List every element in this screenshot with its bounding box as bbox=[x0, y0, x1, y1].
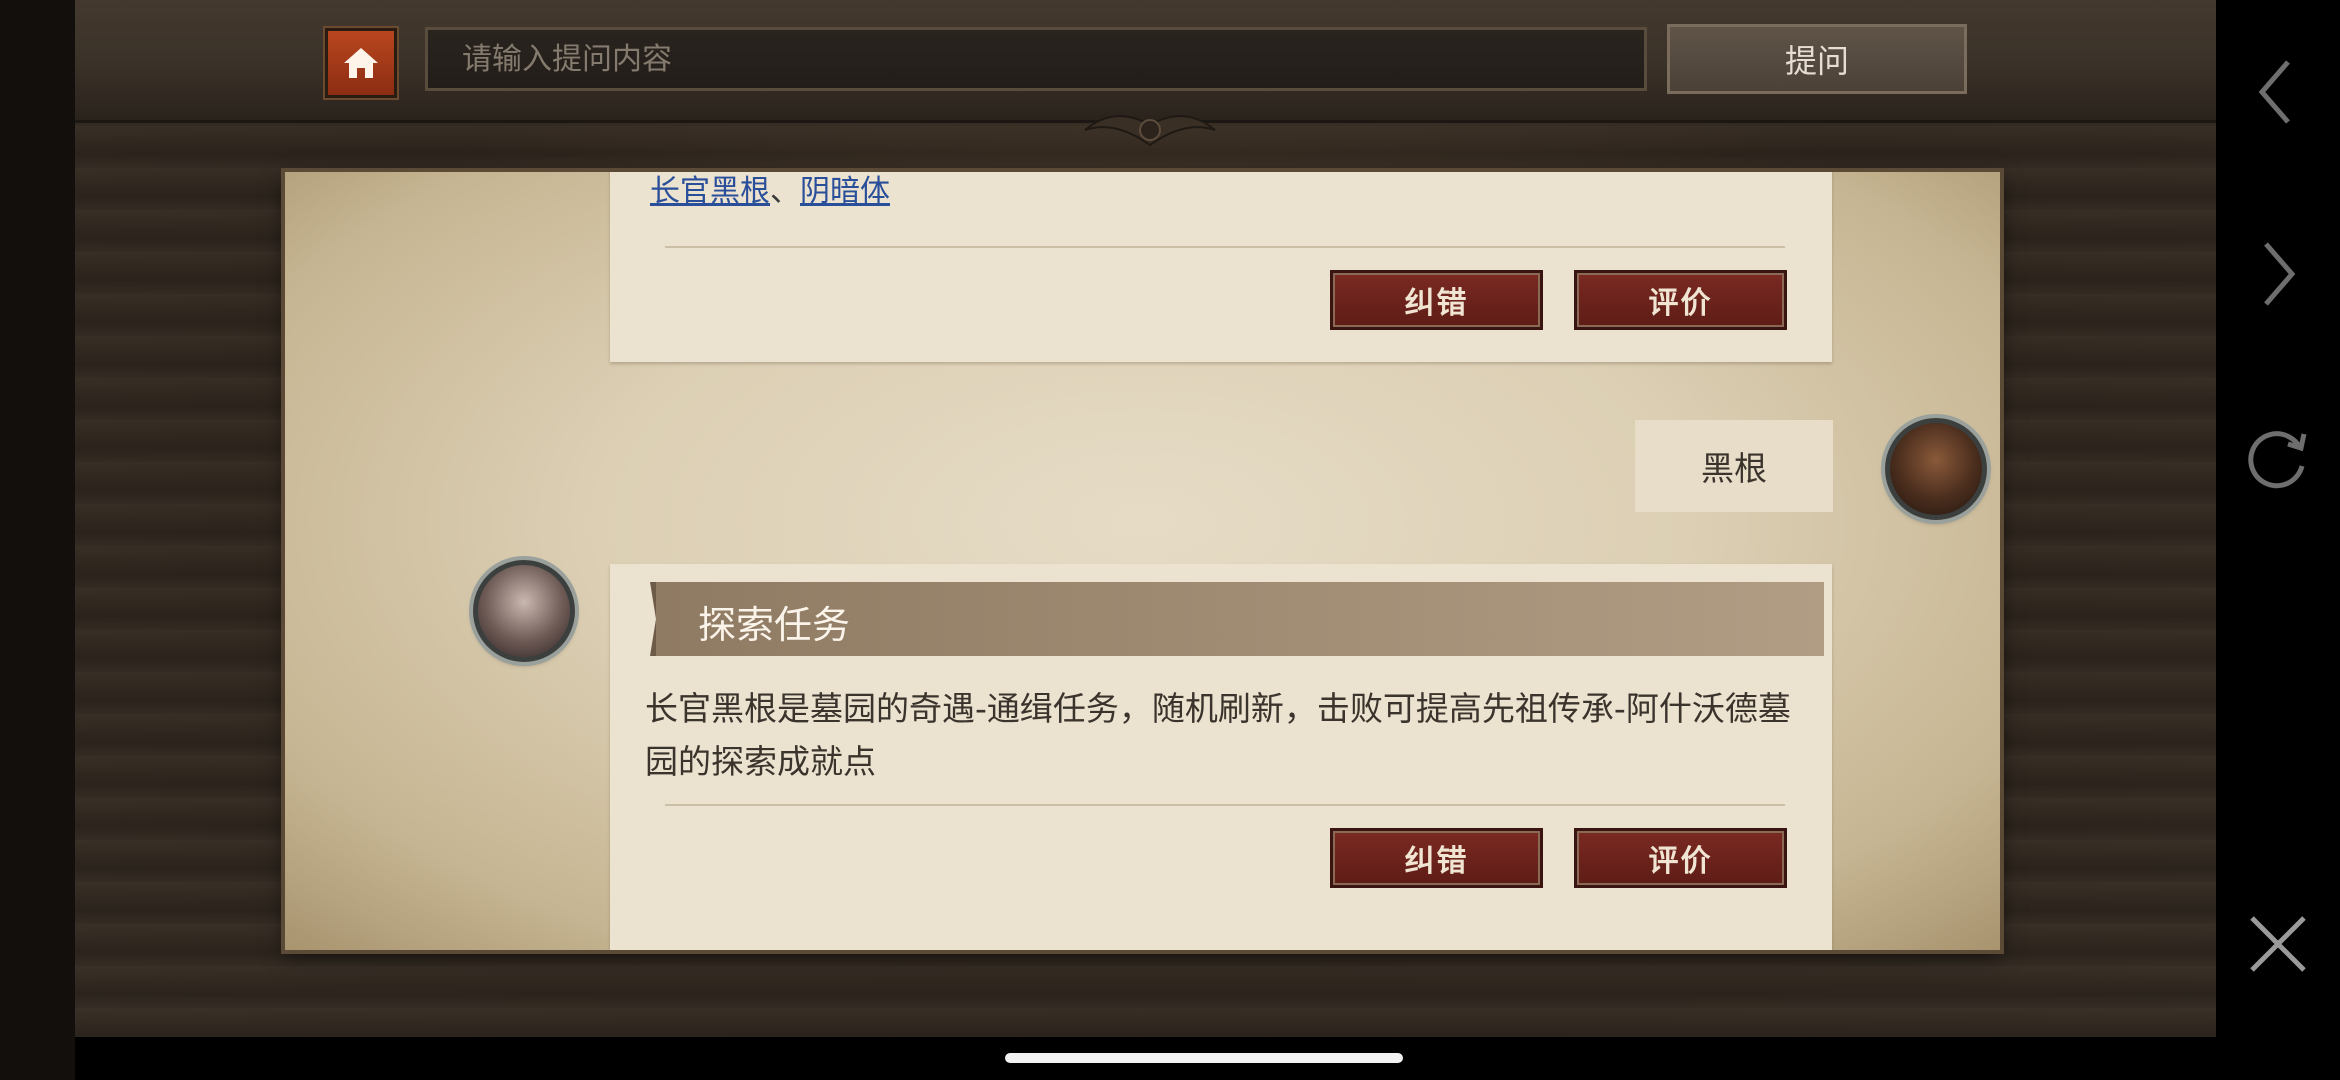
chat-panel: 长官黑根、阴暗体 纠错 评价 黑根 探索任务 长官黑根是墓园的奇遇-通缉任务，随… bbox=[285, 172, 2000, 950]
link-hagen[interactable]: 长官黑根 bbox=[650, 174, 770, 209]
rate-button-label: 评价 bbox=[1648, 286, 1713, 321]
chevron-left-icon[interactable] bbox=[2238, 52, 2318, 132]
link-shadow[interactable]: 阴暗体 bbox=[800, 174, 890, 209]
correct-button-label: 纠错 bbox=[1404, 844, 1469, 879]
game-viewport: 提问 长官黑根、阴暗体 纠错 评价 黑根 bbox=[75, 0, 2216, 1037]
user-avatar bbox=[1885, 418, 1987, 520]
ask-button[interactable]: 提问 bbox=[1667, 24, 1967, 94]
card-divider bbox=[665, 246, 1785, 248]
home-indicator[interactable] bbox=[1005, 1053, 1403, 1063]
rate-button[interactable]: 评价 bbox=[1574, 828, 1787, 888]
rate-button-label: 评价 bbox=[1648, 844, 1713, 879]
assistant-avatar bbox=[473, 560, 575, 662]
ask-button-label: 提问 bbox=[1784, 42, 1849, 80]
link-separator: 、 bbox=[770, 174, 800, 209]
chevron-right-icon[interactable] bbox=[2238, 234, 2318, 314]
correct-button-label: 纠错 bbox=[1404, 286, 1469, 321]
correct-button[interactable]: 纠错 bbox=[1330, 270, 1543, 330]
correct-button[interactable]: 纠错 bbox=[1330, 828, 1543, 888]
close-icon[interactable] bbox=[2238, 904, 2318, 984]
left-edge-bar bbox=[0, 0, 75, 1080]
answer-text: 长官黑根是墓园的奇遇-通缉任务，随机刷新，击败可提高先祖传承-阿什沃德墓园的探索… bbox=[645, 689, 1791, 781]
answer-card: 探索任务 长官黑根是墓园的奇遇-通缉任务，随机刷新，击败可提高先祖传承-阿什沃德… bbox=[610, 564, 1832, 950]
home-icon bbox=[344, 48, 378, 78]
section-title: 探索任务 bbox=[698, 603, 851, 647]
user-message-text: 黑根 bbox=[1701, 449, 1767, 488]
answer-card-previous: 长官黑根、阴暗体 纠错 评价 bbox=[610, 172, 1832, 362]
home-button[interactable] bbox=[325, 28, 397, 98]
user-message-bubble: 黑根 bbox=[1635, 420, 1833, 512]
section-banner: 探索任务 bbox=[650, 582, 1824, 656]
link-list: 长官黑根、阴暗体 bbox=[650, 172, 890, 210]
refresh-icon[interactable] bbox=[2238, 418, 2318, 498]
card-divider bbox=[665, 804, 1785, 806]
search-box[interactable] bbox=[425, 27, 1647, 91]
header-ornament bbox=[1084, 115, 1216, 147]
search-input[interactable] bbox=[460, 40, 1644, 78]
rate-button[interactable]: 评价 bbox=[1574, 270, 1787, 330]
